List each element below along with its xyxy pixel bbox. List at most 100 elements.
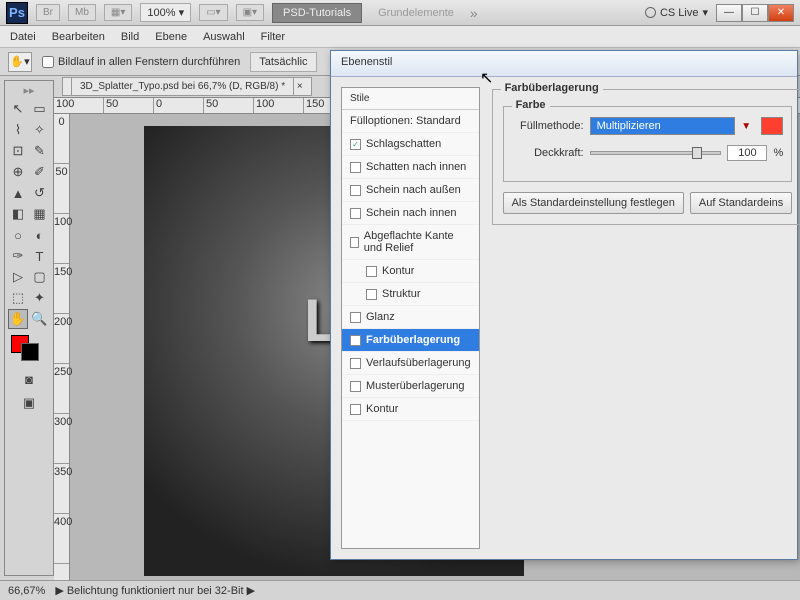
view-extras-icon[interactable]: ▦▾ <box>104 4 132 21</box>
hand-tool[interactable]: ✋ <box>8 309 28 329</box>
close-button[interactable]: ✕ <box>768 4 794 22</box>
style-item[interactable]: ✓ Schlagschatten <box>342 133 479 156</box>
zoom-dropdown[interactable]: 100% ▾ <box>140 3 191 22</box>
styles-header: Stile <box>342 88 479 110</box>
minimize-button[interactable]: — <box>716 4 742 22</box>
checkbox-icon[interactable] <box>350 312 361 323</box>
style-item[interactable]: Kontur <box>342 398 479 421</box>
checkbox-icon[interactable] <box>350 162 361 173</box>
blur-tool[interactable]: ○ <box>8 225 28 245</box>
style-item[interactable]: ✓Farbüberlagerung <box>342 329 479 352</box>
set-default-button[interactable]: Als Standardeinstellung festlegen <box>503 192 684 214</box>
style-item[interactable]: Schein nach außen <box>342 179 479 202</box>
menu-auswahl[interactable]: Auswahl <box>203 31 245 43</box>
menu-bild[interactable]: Bild <box>121 31 139 43</box>
percent-label: % <box>773 147 783 159</box>
style-item-label: Schlagschatten <box>366 138 441 150</box>
style-item[interactable]: Struktur <box>342 283 479 306</box>
ruler-vertical: 050100150200250300350400 <box>54 114 70 580</box>
checkbox-icon[interactable] <box>350 237 359 248</box>
type-tool[interactable]: T <box>30 246 50 266</box>
style-item-label: Musterüberlagerung <box>366 380 464 392</box>
3d-camera-tool[interactable]: ✦ <box>30 288 50 308</box>
marquee-tool[interactable]: ▭ <box>30 99 50 119</box>
checkbox-icon[interactable]: ✓ <box>350 139 361 150</box>
opacity-slider[interactable] <box>590 151 722 155</box>
quickmask-icon[interactable]: ◙ <box>19 369 39 389</box>
dodge-tool[interactable]: ◐ <box>30 225 50 245</box>
path-tool[interactable]: ▷ <box>8 267 28 287</box>
color-swatch[interactable] <box>761 117 783 135</box>
screenmode-icon[interactable]: ▣▾ <box>236 4 264 21</box>
move-tool[interactable]: ↖ <box>8 99 28 119</box>
menu-bearbeiten[interactable]: Bearbeiten <box>52 31 105 43</box>
style-item[interactable]: Abgeflachte Kante und Relief <box>342 225 479 260</box>
style-item-label: Verlaufsüberlagerung <box>366 357 471 369</box>
dropdown-arrow-icon[interactable]: ▼ <box>741 121 755 132</box>
checkbox-icon[interactable]: ✓ <box>350 335 361 346</box>
document-tab[interactable]: 3D_Splatter_Typo.psd bei 66,7% (D, RGB/8… <box>62 77 312 96</box>
opacity-input[interactable]: 100 <box>727 145 767 161</box>
menu-filter[interactable]: Filter <box>261 31 285 43</box>
checkbox-icon[interactable] <box>350 404 361 415</box>
checkbox-icon[interactable] <box>366 289 377 300</box>
style-item[interactable]: Kontur <box>342 260 479 283</box>
lasso-tool[interactable]: ⌇ <box>8 120 28 140</box>
zoom-tool[interactable]: 🔍 <box>30 309 50 329</box>
eyedropper-tool[interactable]: ✎ <box>30 141 50 161</box>
style-item-label: Schatten nach innen <box>366 161 466 173</box>
wand-tool[interactable]: ✧ <box>30 120 50 140</box>
scroll-all-checkbox[interactable]: Bildlauf in allen Fenstern durchführen <box>42 56 240 68</box>
style-item-label: Kontur <box>382 265 414 277</box>
eraser-tool[interactable]: ◧ <box>8 204 28 224</box>
slider-thumb[interactable] <box>692 147 702 159</box>
style-item-label: Struktur <box>382 288 421 300</box>
brush-tool[interactable]: ✐ <box>30 162 50 182</box>
style-item[interactable]: Musterüberlagerung <box>342 375 479 398</box>
pen-tool[interactable]: ✑ <box>8 246 28 266</box>
history-brush-tool[interactable]: ↺ <box>30 183 50 203</box>
dialog-titlebar[interactable]: Ebenenstil <box>331 51 797 77</box>
status-message: ▶ Belichtung funktioniert nur bei 32-Bit… <box>55 584 255 597</box>
3d-tool[interactable]: ⬚ <box>8 288 28 308</box>
style-item[interactable]: Schatten nach innen <box>342 156 479 179</box>
status-zoom[interactable]: 66,67% <box>8 585 45 597</box>
style-item[interactable]: Glanz <box>342 306 479 329</box>
healing-tool[interactable]: ⊕ <box>8 162 28 182</box>
style-item-label: Abgeflachte Kante und Relief <box>364 230 471 254</box>
screenmode-tool-icon[interactable]: ▣ <box>19 393 39 413</box>
workspace-grundelemente[interactable]: Grundelemente <box>370 4 462 22</box>
main-menu: Datei Bearbeiten Bild Ebene Auswahl Filt… <box>0 26 800 48</box>
workspace-more-icon[interactable]: » <box>470 5 478 21</box>
minibridge-button[interactable]: Mb <box>68 4 96 21</box>
style-item[interactable]: Schein nach innen <box>342 202 479 225</box>
checkbox-icon[interactable] <box>350 185 361 196</box>
arrange-icon[interactable]: ▭▾ <box>199 4 227 21</box>
style-item[interactable]: Fülloptionen: Standard <box>342 110 479 133</box>
shape-tool[interactable]: ▢ <box>30 267 50 287</box>
workspace-psd-tutorials[interactable]: PSD-Tutorials <box>272 3 362 23</box>
checkbox-icon[interactable] <box>366 266 377 277</box>
window-controls: — ☐ ✕ <box>716 4 794 22</box>
style-item[interactable]: Verlaufsüberlagerung <box>342 352 479 375</box>
reset-default-button[interactable]: Auf Standardeins <box>690 192 792 214</box>
scroll-all-label: Bildlauf in allen Fenstern durchführen <box>58 56 240 68</box>
maximize-button[interactable]: ☐ <box>742 4 768 22</box>
gradient-tool[interactable]: ▦ <box>30 204 50 224</box>
checkbox-icon[interactable] <box>350 358 361 369</box>
cs-live[interactable]: CS Live ▾ <box>645 6 708 19</box>
menu-ebene[interactable]: Ebene <box>155 31 187 43</box>
bridge-button[interactable]: Br <box>36 4 60 21</box>
styles-list-panel: Stile Fülloptionen: Standard ✓ Schlagschat… <box>341 87 480 549</box>
menu-datei[interactable]: Datei <box>10 31 36 43</box>
background-color[interactable] <box>21 343 39 361</box>
crop-tool[interactable]: ⊡ <box>8 141 28 161</box>
toolbox-collapse-icon[interactable]: ▸▸ <box>8 84 50 97</box>
blendmode-dropdown[interactable]: Multiplizieren <box>590 117 736 135</box>
stamp-tool[interactable]: ▲ <box>8 183 28 203</box>
style-options-panel: Farbüberlagerung Farbe Füllmethode: Mult… <box>486 77 800 559</box>
hand-tool-icon[interactable]: ✋▾ <box>8 52 32 72</box>
checkbox-icon[interactable] <box>350 381 361 392</box>
actual-pixels-button[interactable]: Tatsächlic <box>250 52 316 72</box>
checkbox-icon[interactable] <box>350 208 361 219</box>
